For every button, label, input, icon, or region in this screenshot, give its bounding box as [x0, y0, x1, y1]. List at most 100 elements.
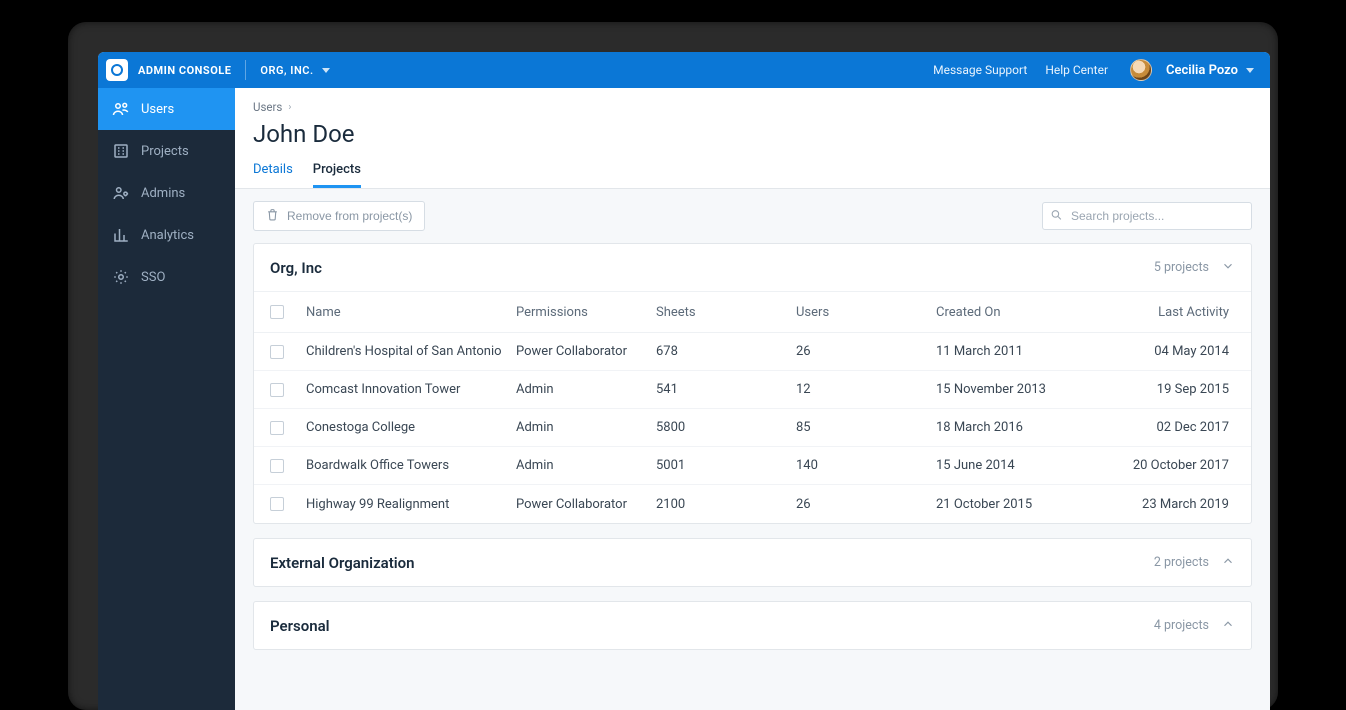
table-row[interactable]: Boardwalk Office Towers Admin 5001 140 1… — [254, 447, 1251, 485]
cell-sheets: 5800 — [656, 420, 796, 435]
topbar: ADMIN CONSOLE ORG, INC. Message Support … — [98, 52, 1270, 88]
panel-header[interactable]: Org, Inc 5 projects — [254, 244, 1251, 291]
row-checkbox[interactable] — [270, 421, 284, 435]
sidebar-item-sso[interactable]: SSO — [98, 256, 235, 298]
chevron-up-icon[interactable] — [1221, 616, 1235, 635]
breadcrumb-root[interactable]: Users — [253, 100, 282, 114]
remove-label: Remove from project(s) — [287, 209, 412, 223]
cell-created: 11 March 2011 — [936, 344, 1106, 359]
col-sheets: Sheets — [656, 305, 796, 320]
cell-created: 21 October 2015 — [936, 497, 1106, 512]
cell-created: 15 November 2013 — [936, 382, 1106, 397]
row-checkbox[interactable] — [270, 345, 284, 359]
page-title: John Doe — [253, 120, 1252, 148]
col-name: Name — [306, 305, 516, 320]
panel-header[interactable]: Personal 4 projects — [254, 602, 1251, 649]
table-header-row: Name Permissions Sheets Users Created On… — [254, 291, 1251, 333]
cell-name: Conestoga College — [306, 420, 516, 435]
panel-count: 4 projects — [1154, 618, 1209, 633]
project-group-panel: Org, Inc 5 projects Name Permissions She… — [253, 243, 1252, 524]
col-users: Users — [796, 305, 936, 320]
col-permissions: Permissions — [516, 305, 656, 320]
cell-users: 140 — [796, 458, 936, 473]
admin-icon — [112, 184, 130, 202]
chevron-right-icon: › — [288, 102, 291, 113]
cell-permissions: Admin — [516, 420, 656, 435]
panel-header[interactable]: External Organization 2 projects — [254, 539, 1251, 586]
cell-users: 85 — [796, 420, 936, 435]
table-row[interactable]: Children's Hospital of San Antonio Power… — [254, 333, 1251, 371]
search-icon — [1050, 207, 1063, 226]
cell-created: 15 June 2014 — [936, 458, 1106, 473]
tab-projects[interactable]: Projects — [313, 162, 361, 188]
tab-details[interactable]: Details — [253, 162, 293, 188]
cell-created: 18 March 2016 — [936, 420, 1106, 435]
remove-from-projects-button[interactable]: Remove from project(s) — [253, 201, 425, 231]
org-switcher[interactable]: ORG, INC. — [260, 64, 329, 77]
cell-permissions: Power Collaborator — [516, 344, 656, 359]
chevron-down-icon[interactable] — [1221, 258, 1235, 277]
project-group-panel: External Organization 2 projects — [253, 538, 1252, 587]
select-all-checkbox[interactable] — [270, 305, 284, 319]
row-checkbox[interactable] — [270, 383, 284, 397]
sidebar-item-projects[interactable]: Projects — [98, 130, 235, 172]
cell-sheets: 2100 — [656, 497, 796, 512]
cell-permissions: Admin — [516, 382, 656, 397]
panel-count: 2 projects — [1154, 555, 1209, 570]
users-icon — [112, 100, 130, 118]
building-icon — [112, 142, 130, 160]
cell-name: Children's Hospital of San Antonio — [306, 344, 516, 359]
chevron-down-icon — [1246, 68, 1254, 73]
col-created: Created On — [936, 305, 1106, 320]
cell-activity: 19 Sep 2015 — [1106, 382, 1235, 397]
cell-sheets: 541 — [656, 382, 796, 397]
search-input[interactable] — [1042, 202, 1252, 230]
sidebar-item-admins[interactable]: Admins — [98, 172, 235, 214]
chevron-down-icon — [322, 68, 330, 73]
sidebar-item-label: Users — [141, 102, 174, 117]
gear-icon — [112, 268, 130, 286]
org-name: ORG, INC. — [260, 64, 313, 77]
chart-icon — [112, 226, 130, 244]
user-avatar[interactable] — [1130, 59, 1152, 81]
table-row[interactable]: Comcast Innovation Tower Admin 541 12 15… — [254, 371, 1251, 409]
sidebar-item-label: Admins — [141, 186, 185, 201]
divider — [245, 60, 246, 80]
sidebar-item-label: Analytics — [141, 228, 194, 243]
col-activity: Last Activity — [1106, 305, 1235, 320]
cell-users: 26 — [796, 344, 936, 359]
sidebar-item-label: Projects — [141, 144, 189, 159]
table-row[interactable]: Highway 99 Realignment Power Collaborato… — [254, 485, 1251, 523]
cell-permissions: Admin — [516, 458, 656, 473]
panel-title: External Organization — [270, 554, 415, 572]
message-support-link[interactable]: Message Support — [933, 63, 1027, 77]
sidebar-item-analytics[interactable]: Analytics — [98, 214, 235, 256]
row-checkbox[interactable] — [270, 459, 284, 473]
help-center-link[interactable]: Help Center — [1045, 63, 1108, 77]
cell-permissions: Power Collaborator — [516, 497, 656, 512]
cell-activity: 20 October 2017 — [1106, 458, 1235, 473]
breadcrumb: Users › — [253, 100, 1252, 114]
project-group-panel: Personal 4 projects — [253, 601, 1252, 650]
user-menu[interactable]: Cecilia Pozo — [1166, 63, 1254, 78]
cell-activity: 02 Dec 2017 — [1106, 420, 1235, 435]
main-content: Users › John Doe Details Projects — [235, 88, 1270, 710]
sidebar-item-users[interactable]: Users — [98, 88, 235, 130]
panel-title: Personal — [270, 617, 330, 635]
brand-label: ADMIN CONSOLE — [138, 64, 231, 77]
cell-sheets: 5001 — [656, 458, 796, 473]
table-row[interactable]: Conestoga College Admin 5800 85 18 March… — [254, 409, 1251, 447]
cell-name: Boardwalk Office Towers — [306, 458, 516, 473]
cell-name: Comcast Innovation Tower — [306, 382, 516, 397]
cell-sheets: 678 — [656, 344, 796, 359]
chevron-up-icon[interactable] — [1221, 553, 1235, 572]
cell-name: Highway 99 Realignment — [306, 497, 516, 512]
app-logo — [106, 59, 128, 81]
row-checkbox[interactable] — [270, 497, 284, 511]
trash-icon — [266, 208, 279, 224]
cell-activity: 23 March 2019 — [1106, 497, 1235, 512]
sidebar-item-label: SSO — [141, 270, 165, 285]
user-name-label: Cecilia Pozo — [1166, 63, 1238, 78]
sidebar: Users Projects Admins — [98, 88, 235, 710]
panel-title: Org, Inc — [270, 259, 322, 277]
